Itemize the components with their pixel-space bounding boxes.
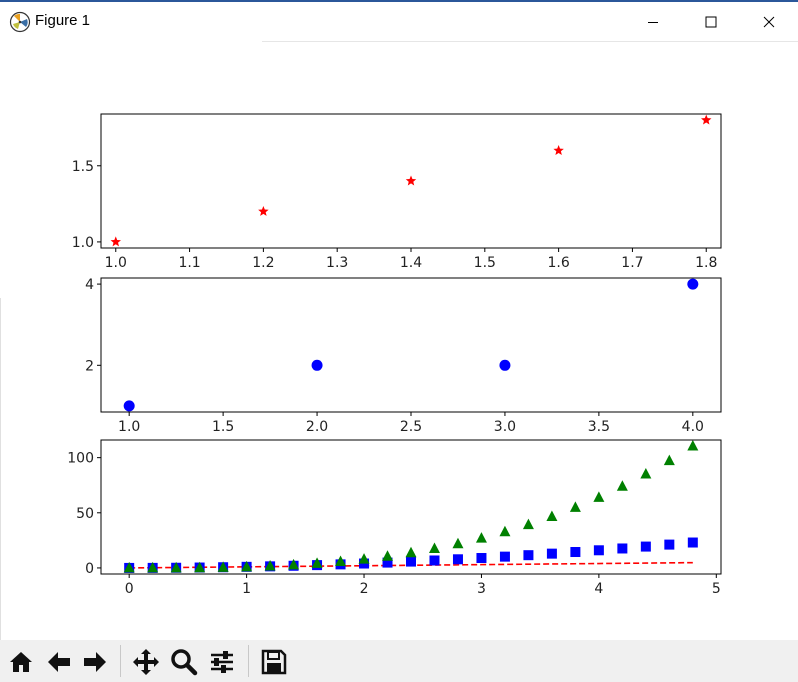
pan-button[interactable] [130, 645, 162, 679]
x-tick-label: 1.3 [326, 255, 348, 271]
data-point-triangle [640, 467, 652, 479]
data-point [687, 278, 699, 290]
home-icon [10, 652, 32, 672]
data-point-square [406, 556, 416, 567]
window-edge [0, 298, 1, 640]
x-tick-label: 1.4 [400, 255, 422, 271]
data-point-triangle [687, 439, 699, 451]
x-tick-label: 5 [712, 581, 721, 597]
data-point-square [687, 537, 698, 548]
navigation-toolbar [0, 640, 798, 682]
data-point [311, 359, 323, 371]
subplots-icon [211, 651, 233, 673]
x-tick-label: 2.5 [400, 419, 422, 435]
save-button[interactable] [258, 645, 290, 679]
data-point-square [499, 551, 510, 562]
y-tick-label: 0 [85, 561, 94, 577]
data-point-triangle [405, 546, 417, 558]
close-button[interactable] [746, 2, 792, 42]
data-point [110, 236, 121, 247]
data-point-square [593, 545, 604, 556]
data-point [499, 359, 511, 371]
x-tick-label: 4 [594, 581, 603, 597]
x-tick-label: 1.7 [621, 255, 643, 271]
x-tick-label: 1.5 [474, 255, 496, 271]
forward-button[interactable] [79, 645, 111, 679]
window-title: Figure 1 [35, 12, 91, 29]
maximize-button[interactable] [688, 2, 734, 42]
data-point-square [640, 541, 651, 552]
zoom-button[interactable] [168, 645, 200, 679]
x-tick-label: 0 [125, 581, 134, 597]
toolbar-separator [120, 645, 121, 677]
x-tick-label: 2.0 [306, 419, 328, 435]
data-point-triangle [428, 542, 440, 554]
y-tick-label: 4 [85, 277, 94, 293]
x-tick-label: 1 [242, 581, 251, 597]
data-point-triangle [546, 510, 558, 521]
x-tick-label: 1.2 [252, 255, 274, 271]
figure-svg: 1.0 1.1 1.2 1.3 1.4 1.5 1.6 1.7 1.8 1.0 1.5 1.0 1.5 2… [67, 113, 722, 597]
data-point-triangle [663, 454, 675, 466]
forward-icon [84, 652, 106, 672]
data-point [258, 205, 269, 216]
zoom-icon [171, 649, 198, 676]
x-tick-label: 3.0 [494, 419, 516, 435]
toolbar-separator [248, 645, 249, 677]
y-tick-label: 1.0 [72, 235, 94, 251]
data-point [123, 400, 135, 412]
x-tick-label: 1.5 [212, 419, 234, 435]
data-point-triangle [616, 480, 628, 491]
data-point-square [546, 548, 557, 559]
y-tick-label: 50 [76, 506, 94, 522]
y-tick-label: 100 [67, 451, 94, 467]
data-point [701, 114, 712, 125]
data-point-triangle [522, 518, 534, 530]
data-point [405, 175, 417, 186]
x-tick-label: 3 [477, 581, 486, 597]
configure-subplots-button[interactable] [206, 645, 238, 679]
pan-icon [133, 649, 159, 675]
axes-frame [100, 277, 722, 413]
x-tick-label: 1.0 [118, 419, 140, 435]
minimize-button[interactable] [630, 2, 676, 42]
data-point-square [617, 543, 628, 554]
data-point-triangle [499, 525, 511, 537]
back-icon [48, 652, 70, 672]
subplot-1: 1.0 1.1 1.2 1.3 1.4 1.5 1.6 1.7 1.8 1.0 1.5 [72, 113, 722, 271]
x-tick-label: 1.0 [105, 255, 127, 271]
data-point-triangle [475, 532, 487, 543]
save-icon [261, 649, 287, 675]
title-bar[interactable]: Figure 1 [0, 2, 798, 42]
x-tick-label: 1.1 [178, 255, 200, 271]
x-tick-label: 2 [360, 581, 369, 597]
data-point-triangle [358, 553, 370, 564]
data-point-square [452, 554, 463, 565]
data-point-square [523, 550, 534, 561]
subplot-2: 1.0 1.5 2.0 2.5 3.0 3.5 4.0 2 4 [85, 277, 722, 435]
x-tick-label: 1.6 [547, 255, 569, 271]
matplotlib-logo-icon [9, 11, 31, 33]
data-point [553, 145, 564, 155]
x-tick-label: 1.8 [695, 255, 717, 271]
data-point-square [429, 555, 440, 566]
data-point-triangle [593, 491, 605, 502]
data-point-triangle [452, 537, 464, 549]
back-button[interactable] [43, 645, 75, 679]
home-button[interactable] [5, 645, 37, 679]
y-tick-label: 1.5 [72, 159, 94, 175]
figure-canvas[interactable]: 1.0 1.1 1.2 1.3 1.4 1.5 1.6 1.7 1.8 1.0 1.5 1.0 1.5 2… [0, 42, 798, 640]
data-point-triangle [382, 550, 394, 561]
data-point-square [570, 547, 581, 558]
y-tick-label: 2 [85, 358, 94, 374]
data-point-triangle [569, 501, 581, 512]
data-point-square [476, 553, 487, 564]
subplot-3: 0 1 2 3 4 5050100 [67, 439, 722, 597]
x-tick-label: 4.0 [682, 419, 704, 435]
x-tick-label: 3.5 [588, 419, 610, 435]
data-point-square [664, 539, 675, 550]
